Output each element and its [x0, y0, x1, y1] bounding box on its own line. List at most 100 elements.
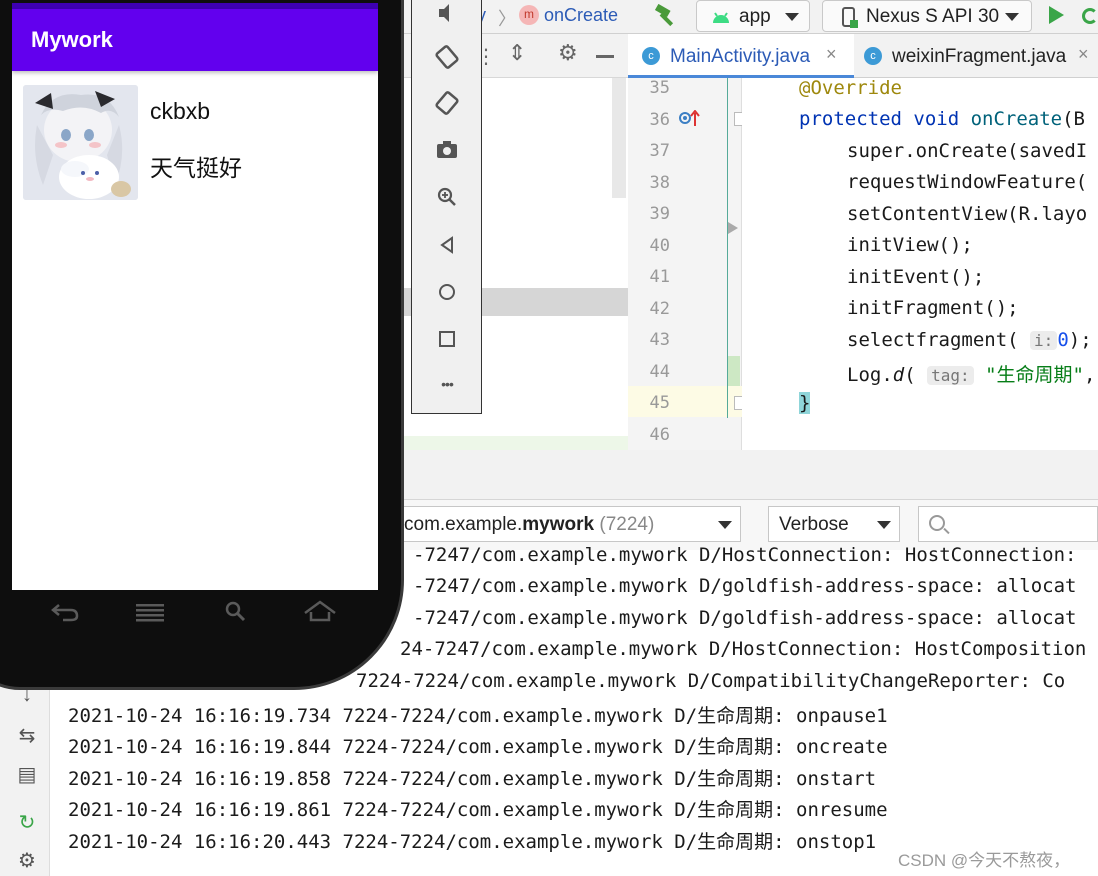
line-number: 40 [649, 235, 670, 256]
log-line[interactable]: 2021-10-24 16:16:19.734 7224-7224/com.ex… [68, 701, 888, 728]
code-text: ( [904, 364, 916, 386]
process-select[interactable]: com.example.mywork (7224) [385, 506, 741, 542]
log-level-select[interactable]: Verbose [768, 506, 900, 542]
vcs-change-marker[interactable] [728, 356, 740, 386]
tab-weixinfragment[interactable]: c weixinFragment.java × [854, 34, 1098, 78]
search-icon [929, 515, 945, 531]
emulator-toolbar: ••• [411, 0, 482, 414]
class-icon: c [642, 47, 660, 65]
number-literal: 0 [1057, 329, 1069, 351]
zoom-icon[interactable] [434, 184, 460, 210]
emulator-device: Mywork ckbxb 天气挺好 [0, 0, 404, 690]
line-number: 41 [649, 267, 670, 287]
device-icon [842, 7, 858, 28]
avatar-image [23, 85, 138, 200]
hammer-icon[interactable] [654, 4, 680, 28]
project-scrollbar[interactable] [612, 78, 626, 198]
app-title: Mywork [31, 27, 113, 52]
home-icon[interactable] [303, 599, 337, 623]
rotate-right-icon[interactable] [434, 90, 460, 116]
line-number: 35 [649, 78, 670, 98]
line-number: 38 [649, 172, 670, 193]
run-icon[interactable] [1049, 6, 1064, 24]
more-icon[interactable]: ••• [434, 376, 460, 402]
soft-wrap-icon[interactable]: ⇆ [16, 725, 38, 747]
code-text: ); [1068, 329, 1092, 351]
print-icon[interactable]: ▤ [16, 764, 38, 786]
closing-brace: } [799, 392, 811, 414]
code-line-43: selectfragment( i: 0); [847, 329, 1092, 351]
log-line[interactable]: 2021-10-24 16:16:19.861 7224-7224/com.ex… [68, 795, 888, 822]
code-line-39: setContentView(R.layo [847, 203, 1088, 225]
chevron-down-icon [785, 13, 799, 21]
gear-icon[interactable]: ⚙ [16, 850, 38, 872]
device-nav-bar [3, 581, 407, 641]
phone-screen: Mywork ckbxb 天气挺好 [12, 3, 378, 590]
volume-icon[interactable] [434, 0, 460, 26]
method-name: d [892, 364, 905, 386]
string-literal: "生命周期" [985, 364, 1084, 386]
minimize-icon[interactable] [596, 55, 614, 58]
close-icon[interactable]: × [826, 44, 837, 65]
breadcrumb-method[interactable]: onCreate [544, 5, 618, 26]
log-line[interactable]: -7247/com.example.mywork D/HostConnectio… [413, 544, 1076, 566]
avatar[interactable] [23, 85, 138, 200]
log-line[interactable]: 2021-10-24 16:16:20.443 7224-7224/com.ex… [68, 827, 876, 854]
project-tree-row[interactable] [380, 436, 628, 450]
rotate-left-icon[interactable] [434, 44, 460, 70]
collapse-icon[interactable]: ⇕ [508, 40, 526, 66]
run-config-label: app [739, 6, 771, 27]
override-icon[interactable] [678, 110, 700, 128]
keyword: protected void [799, 108, 971, 130]
log-line[interactable]: 2021-10-24 16:16:19.844 7224-7224/com.ex… [68, 732, 888, 759]
code-text: selectfragment( [847, 329, 1019, 351]
camera-icon[interactable] [434, 137, 460, 163]
gear-icon[interactable]: ⚙ [558, 40, 578, 66]
code-text: (B [1062, 108, 1085, 130]
log-line[interactable]: -7247/com.example.mywork D/goldfish-addr… [413, 607, 1076, 629]
line-number: 43 [649, 330, 670, 350]
log-line[interactable]: 7224-7224/com.example.mywork D/Compatibi… [356, 670, 1065, 692]
app-bar: Mywork [12, 9, 378, 71]
search-icon[interactable] [219, 599, 253, 623]
line-number: 46 [649, 424, 670, 445]
menu-icon[interactable] [133, 599, 167, 623]
code-line-45: } [799, 392, 811, 414]
log-line[interactable]: 2021-10-24 16:16:19.858 7224-7224/com.ex… [68, 764, 876, 791]
code-line-35: @Override [799, 77, 902, 99]
close-icon[interactable]: × [1078, 44, 1089, 65]
code-line-42: initFragment(); [847, 297, 1019, 319]
code-text: , [1084, 364, 1096, 386]
annotation: @Override [799, 77, 902, 99]
apply-changes-icon[interactable] [1082, 8, 1098, 24]
chevron-down-icon [1005, 13, 1019, 21]
editor-tabs: c MainActivity.java × c weixinFragment.j… [628, 34, 1098, 78]
panel-divider[interactable] [380, 450, 1098, 500]
chevron-down-icon [718, 521, 732, 529]
log-level-label: Verbose [779, 514, 849, 535]
home-icon[interactable] [434, 279, 460, 305]
method-name: onCreate [970, 108, 1063, 130]
line-number: 42 [649, 298, 670, 319]
restart-icon[interactable]: ↻ [16, 812, 38, 834]
chevron-down-icon [877, 521, 891, 529]
log-line[interactable]: -7247/com.example.mywork D/goldfish-addr… [413, 575, 1076, 597]
process-label: com.example.mywork (7224) [404, 514, 654, 536]
back-icon[interactable] [49, 599, 83, 623]
device-select[interactable]: Nexus S API 30 [822, 0, 1032, 32]
code-line-38: requestWindowFeature( [847, 171, 1088, 193]
back-icon[interactable] [434, 232, 460, 258]
logcat-side-toolbar: ↓ ⇆ ▤ ↻ ⚙ [0, 670, 50, 876]
tab-mainactivity[interactable]: c MainActivity.java × [628, 34, 854, 78]
overview-icon[interactable] [434, 326, 460, 352]
process-app: mywork [522, 514, 595, 535]
run-config-select[interactable]: app [696, 0, 810, 32]
process-pid: (7224) [599, 514, 655, 535]
code-line-40: initView(); [847, 234, 973, 256]
line-number: 37 [649, 141, 670, 161]
code-editor[interactable] [742, 78, 1098, 450]
fold-guide [727, 78, 728, 418]
log-line[interactable]: 24-7247/com.example.mywork D/HostConnect… [400, 638, 1086, 660]
logcat-search-input[interactable] [918, 506, 1098, 542]
tab-label: MainActivity.java [670, 46, 811, 67]
